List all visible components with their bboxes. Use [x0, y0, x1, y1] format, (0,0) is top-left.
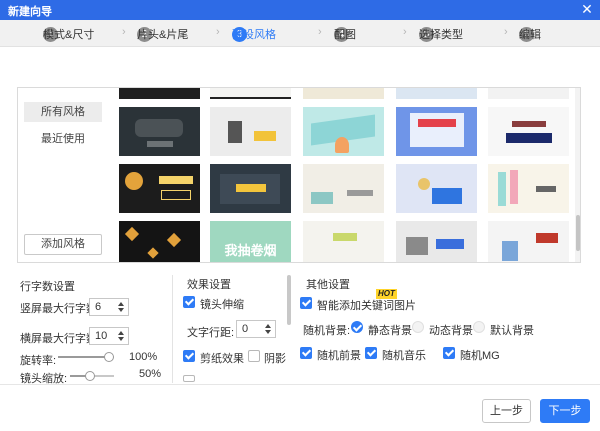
stepper-arrows-icon[interactable]: [117, 299, 126, 315]
next-button[interactable]: 下一步: [540, 399, 590, 423]
window-title: 新建向导: [8, 6, 52, 18]
step-label: 编辑: [519, 29, 541, 41]
style-panel: 所有风格 最近使用 添加风格 我抽卷烟: [17, 87, 581, 263]
stepper-value: 0: [242, 323, 249, 335]
rotation-rate-slider[interactable]: [58, 352, 114, 362]
stepper-value: 10: [95, 330, 108, 342]
scrollbar-thumb[interactable]: [576, 215, 580, 251]
shadow-checkbox[interactable]: [248, 350, 260, 362]
portrait-max-chars-stepper[interactable]: 6: [89, 298, 129, 316]
rotation-rate-value: 100%: [129, 351, 158, 363]
landscape-max-chars-label: 横屏最大行字数: [20, 333, 97, 345]
random-foreground-label: 随机前景: [317, 350, 361, 362]
step-images[interactable]: 4 配图: [334, 26, 356, 42]
style-thumbnail[interactable]: [303, 221, 384, 262]
random-music-label: 随机音乐: [382, 350, 426, 362]
text-spacing-stepper[interactable]: 0: [236, 320, 276, 338]
step-label: 配图: [334, 29, 356, 41]
smart-keywords-label: 智能添加关键词图片: [317, 300, 416, 312]
random-foreground-checkbox[interactable]: [300, 347, 312, 359]
add-style-button[interactable]: 添加风格: [24, 234, 102, 255]
style-thumbnail[interactable]: [488, 88, 569, 99]
rotation-rate-label: 旋转率:: [20, 355, 57, 367]
style-thumbnail[interactable]: [303, 107, 384, 156]
thumbnail-caption: 我抽卷烟: [224, 243, 277, 258]
stepper-value: 6: [95, 301, 102, 313]
portrait-max-chars-label: 竖屏最大行字数: [20, 303, 97, 315]
landscape-max-chars-stepper[interactable]: 10: [89, 327, 129, 345]
zoom-slider[interactable]: [70, 371, 114, 381]
bg-dynamic-label: 动态背景: [429, 325, 473, 337]
style-thumbnail[interactable]: [119, 221, 200, 262]
paper-cut-label: 剪纸效果: [200, 353, 244, 365]
bg-static-radio[interactable]: [351, 321, 363, 333]
style-thumbnail[interactable]: [119, 88, 200, 99]
style-thumbnail[interactable]: [210, 164, 291, 213]
smart-keywords-checkbox[interactable]: [300, 297, 312, 309]
sidebar-item-recent[interactable]: 最近使用: [24, 129, 102, 149]
stepper-arrows-icon[interactable]: [264, 321, 273, 337]
style-thumbnail[interactable]: [488, 107, 569, 156]
style-thumbnail[interactable]: [396, 221, 477, 262]
divider: [172, 275, 173, 383]
random-mg-checkbox[interactable]: [443, 347, 455, 359]
random-mg-label: 随机MG: [460, 350, 500, 362]
step-mode-size[interactable]: 1 模式&尺寸: [43, 26, 94, 42]
chevron-right-icon: ›: [318, 26, 322, 38]
wizard-steps: 1 模式&尺寸 › 2 片头&片尾 › 3 预设风格 › 4 配图 › 5 选择…: [0, 20, 600, 47]
step-label: 模式&尺寸: [43, 29, 95, 41]
bg-static-label: 静态背景: [368, 325, 412, 337]
slider-knob[interactable]: [85, 371, 95, 381]
style-thumbnail[interactable]: [303, 164, 384, 213]
style-thumbnail[interactable]: [119, 164, 200, 213]
style-thumbnail[interactable]: [396, 107, 477, 156]
step-label: 片头&片尾: [137, 29, 189, 41]
chevron-right-icon: ›: [504, 26, 508, 38]
zoom-value: 50%: [139, 368, 162, 380]
step-select-type[interactable]: 5 选择类型: [419, 26, 463, 42]
step-edit[interactable]: 6 编辑: [519, 26, 541, 42]
other-settings-title: 其他设置: [306, 279, 350, 291]
random-music-checkbox[interactable]: [365, 347, 377, 359]
paper-cut-checkbox[interactable]: [183, 350, 195, 362]
style-thumbnail[interactable]: [396, 88, 477, 99]
checkbox-partial[interactable]: [183, 375, 195, 382]
step-preset-style[interactable]: 3 预设风格: [232, 26, 276, 42]
effect-settings-title: 效果设置: [187, 279, 231, 291]
footer: 上一步 下一步: [0, 384, 600, 431]
chevron-right-icon: ›: [403, 26, 407, 38]
text-spacing-label: 文字行距:: [187, 327, 235, 339]
style-thumbnail[interactable]: [488, 164, 569, 213]
line-settings-title: 行字数设置: [20, 281, 75, 293]
style-sidebar: 所有风格 最近使用 添加风格: [18, 88, 110, 262]
style-thumbnail[interactable]: [396, 164, 477, 213]
stepper-arrows-icon[interactable]: [117, 328, 126, 344]
bg-default-radio[interactable]: [473, 321, 485, 333]
style-thumbnail[interactable]: [488, 221, 569, 262]
settings-scrollbar[interactable]: [287, 275, 291, 325]
bg-default-label: 默认背景: [490, 325, 534, 337]
chevron-right-icon: ›: [216, 26, 220, 38]
style-thumbnail[interactable]: [119, 107, 200, 156]
style-thumbnail[interactable]: [210, 88, 291, 99]
style-thumbnail[interactable]: 我抽卷烟: [210, 221, 291, 262]
step-label: 选择类型: [419, 29, 463, 41]
shadow-label: 阴影: [264, 353, 286, 365]
prev-button[interactable]: 上一步: [482, 399, 531, 423]
bg-dynamic-radio[interactable]: [412, 321, 424, 333]
style-scrollbar[interactable]: [575, 88, 580, 262]
close-icon[interactable]: ✕: [580, 0, 594, 18]
title-bar: 新建向导 ✕: [0, 0, 600, 20]
slider-knob[interactable]: [104, 352, 114, 362]
lens-stretch-checkbox[interactable]: [183, 296, 195, 308]
random-bg-label: 随机背景:: [303, 325, 351, 337]
sidebar-item-all-styles[interactable]: 所有风格: [24, 102, 102, 122]
step-intro-outro[interactable]: 2 片头&片尾: [137, 26, 188, 42]
style-thumbnail[interactable]: [303, 88, 384, 99]
style-thumbnail[interactable]: [210, 107, 291, 156]
chevron-right-icon: ›: [122, 26, 126, 38]
lens-stretch-label: 镜头伸缩: [200, 299, 244, 311]
step-label: 预设风格: [232, 29, 276, 41]
